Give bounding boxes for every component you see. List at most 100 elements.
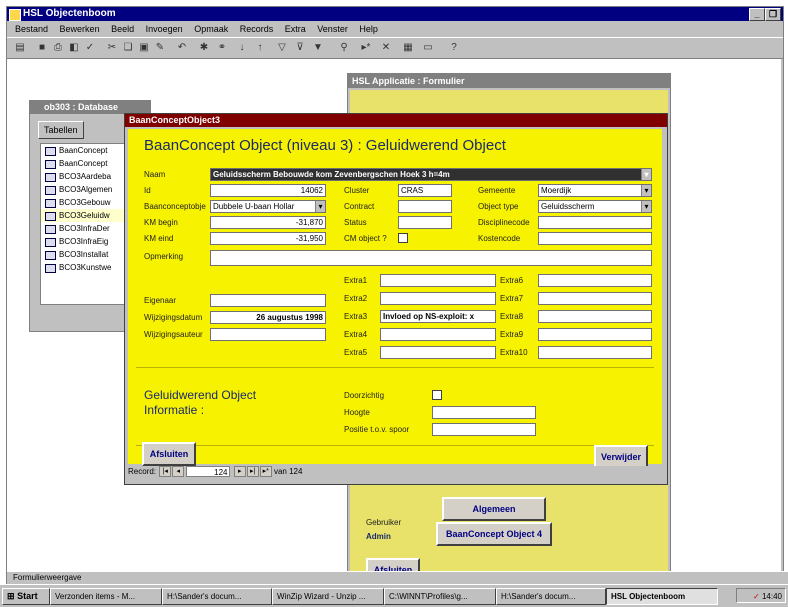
menu-bewerken[interactable]: Bewerken bbox=[60, 24, 100, 34]
baanconcept-label: Baanconceptobje bbox=[144, 202, 206, 211]
kostencode-field[interactable] bbox=[538, 232, 652, 245]
extra6-field[interactable] bbox=[538, 274, 652, 287]
menu-help[interactable]: Help bbox=[359, 24, 378, 34]
eigenaar-field[interactable] bbox=[210, 294, 326, 307]
wijzigingsdatum-label: Wijzigingsdatum bbox=[144, 313, 203, 322]
new-record-icon[interactable]: ▸* bbox=[359, 41, 373, 54]
save-icon[interactable]: ■ bbox=[35, 41, 49, 54]
cluster-field[interactable]: CRAS bbox=[398, 184, 452, 197]
filter-form-icon[interactable]: ⊽ bbox=[293, 41, 307, 54]
status-field[interactable] bbox=[398, 216, 452, 229]
menu-beeld[interactable]: Beeld bbox=[111, 24, 134, 34]
record-navigator: Record: |◂ ◂ 124 ▸ ▸| ▸* van 124 bbox=[128, 466, 662, 478]
app-icon bbox=[9, 9, 21, 21]
filter-icon[interactable]: ▽ bbox=[275, 41, 289, 54]
tab-tabellen[interactable]: Tabellen bbox=[38, 121, 84, 139]
extra9-field[interactable] bbox=[538, 328, 652, 341]
extra5-field[interactable] bbox=[380, 346, 496, 359]
id-field[interactable]: 14062 bbox=[210, 184, 326, 197]
apply-filter-icon[interactable]: ▼ bbox=[311, 41, 325, 54]
app-title: HSL Objectenboom bbox=[23, 8, 116, 19]
toolbar: ▤ ■ ⎙ ◧ ✓ ✂ ❏ ▣ ✎ ↶ ✱ ⚭ ↓ ↑ ▽ ⊽ ▼ ⚲ ▸* ✕… bbox=[7, 37, 783, 59]
extra10-field[interactable] bbox=[538, 346, 652, 359]
help-icon[interactable]: ? bbox=[447, 41, 461, 54]
hyperlink-icon[interactable]: ⚭ bbox=[215, 41, 229, 54]
cut-icon[interactable]: ✂ bbox=[105, 41, 119, 54]
record-total: 124 bbox=[289, 467, 303, 476]
restore-button[interactable]: ❐ bbox=[765, 8, 781, 21]
menu-records[interactable]: Records bbox=[240, 24, 274, 34]
record-number-field[interactable]: 124 bbox=[186, 466, 231, 478]
sort-asc-icon[interactable]: ↓ bbox=[235, 41, 249, 54]
baanconcept-object-4-button[interactable]: BaanConcept Object 4 bbox=[436, 522, 552, 546]
discipline-field[interactable] bbox=[538, 216, 652, 229]
paste-icon[interactable]: ▣ bbox=[137, 41, 151, 54]
wijzigingsdatum-field[interactable]: 26 augustus 1998 bbox=[210, 311, 326, 324]
menu-venster[interactable]: Venster bbox=[317, 24, 348, 34]
print-icon[interactable]: ⎙ bbox=[51, 41, 65, 54]
copy-icon[interactable]: ❏ bbox=[121, 41, 135, 54]
baanconcept-object3-window[interactable]: BaanConceptObject3 BaanConcept Object (n… bbox=[124, 113, 668, 485]
extra1-field[interactable] bbox=[380, 274, 496, 287]
naam-field[interactable]: Geluidsscherm Bebouwde kom Zevenbergsche… bbox=[210, 168, 652, 181]
first-record-icon[interactable]: |◂ bbox=[159, 466, 172, 478]
cmobject-checkbox[interactable] bbox=[398, 233, 408, 243]
prev-record-icon[interactable]: ◂ bbox=[172, 466, 185, 478]
contract-field[interactable] bbox=[398, 200, 452, 213]
task-sanders-documents-1[interactable]: H:\Sander's docum... bbox=[162, 588, 272, 605]
objecttype-select[interactable]: Geluidsscherm bbox=[538, 200, 652, 213]
new-object-icon[interactable]: ▭ bbox=[421, 41, 435, 54]
algemeen-button[interactable]: Algemeen bbox=[442, 497, 546, 521]
extra9-label: Extra9 bbox=[500, 330, 524, 339]
status-text: Formulierweergave bbox=[13, 573, 82, 582]
bc-form-body: BaanConcept Object (niveau 3) : Geluidwe… bbox=[128, 129, 662, 469]
minimize-button[interactable]: _ bbox=[749, 8, 765, 21]
menu-bestand[interactable]: Bestand bbox=[15, 24, 48, 34]
clock: 14:40 bbox=[761, 592, 782, 601]
menu-extra[interactable]: Extra bbox=[285, 24, 306, 34]
task-winnt-profiles[interactable]: C:\WINNT\Profiles\g... bbox=[384, 588, 496, 605]
properties-icon[interactable]: ▦ bbox=[401, 41, 415, 54]
kostencode-label: Kostencode bbox=[478, 234, 521, 243]
opmerking-field[interactable] bbox=[210, 250, 652, 266]
kmeind-field[interactable]: -31,950 bbox=[210, 232, 326, 245]
hoogte-field[interactable] bbox=[432, 406, 536, 419]
format-painter-icon[interactable]: ✎ bbox=[153, 41, 167, 54]
cluster-label: Cluster bbox=[344, 186, 370, 195]
positie-field[interactable] bbox=[432, 423, 536, 436]
task-sanders-documents-2[interactable]: H:\Sander's docum... bbox=[496, 588, 606, 605]
extra3-field[interactable]: Invloed op NS-exploit: x bbox=[380, 310, 496, 323]
extra4-field[interactable] bbox=[380, 328, 496, 341]
menu-opmaak[interactable]: Opmaak bbox=[194, 24, 228, 34]
task-winzip-wizard[interactable]: WinZip Wizard - Unzip ... bbox=[272, 588, 384, 605]
preview-icon[interactable]: ◧ bbox=[67, 41, 81, 54]
view-icon[interactable]: ▤ bbox=[13, 41, 27, 54]
kmbegin-field[interactable]: -31,870 bbox=[210, 216, 326, 229]
spelling-icon[interactable]: ✓ bbox=[83, 41, 97, 54]
task-hsl-objectenboom[interactable]: HSL Objectenboom bbox=[606, 588, 718, 605]
menu-invoegen[interactable]: Invoegen bbox=[146, 24, 183, 34]
doorzichtig-checkbox[interactable] bbox=[432, 390, 442, 400]
extra7-field[interactable] bbox=[538, 292, 652, 305]
afsluiten-button[interactable]: Afsluiten bbox=[142, 442, 196, 466]
footer-divider bbox=[136, 445, 654, 446]
cmobject-label: CM object ? bbox=[344, 234, 387, 243]
extra2-field[interactable] bbox=[380, 292, 496, 305]
undo-icon[interactable]: ↶ bbox=[175, 41, 189, 54]
insert-object-icon[interactable]: ✱ bbox=[197, 41, 211, 54]
new-record-nav-icon[interactable]: ▸* bbox=[259, 466, 272, 478]
start-button[interactable]: ⊞ Start bbox=[2, 588, 50, 605]
task-verzonden-items[interactable]: Verzonden items - M... bbox=[50, 588, 162, 605]
wijzigingsauteur-field[interactable] bbox=[210, 328, 326, 341]
id-label: Id bbox=[144, 186, 151, 195]
last-record-icon[interactable]: ▸| bbox=[246, 466, 259, 478]
find-icon[interactable]: ⚲ bbox=[337, 41, 351, 54]
sort-desc-icon[interactable]: ↑ bbox=[253, 41, 267, 54]
extra8-field[interactable] bbox=[538, 310, 652, 323]
taskbar: ⊞ Start Verzonden items - M... H:\Sander… bbox=[0, 584, 788, 607]
gemeente-select[interactable]: Moerdijk bbox=[538, 184, 652, 197]
extra5-label: Extra5 bbox=[344, 348, 368, 357]
baanconcept-select[interactable]: Dubbele U-baan Hollar bbox=[210, 200, 326, 213]
delete-record-icon[interactable]: ✕ bbox=[379, 41, 393, 54]
next-record-icon[interactable]: ▸ bbox=[233, 466, 246, 478]
